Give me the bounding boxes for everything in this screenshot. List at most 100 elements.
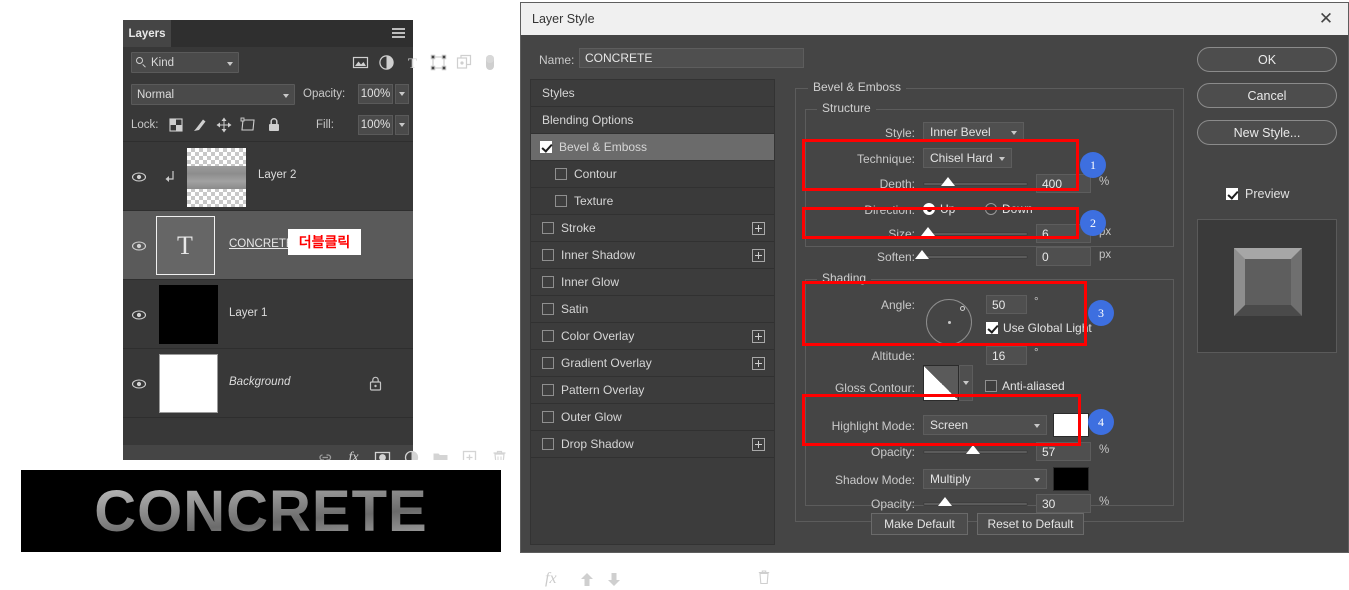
eye-icon[interactable] <box>131 238 147 254</box>
checkbox[interactable] <box>542 222 554 234</box>
type-filter-icon[interactable]: T <box>403 53 422 72</box>
style-item-gradient-overlay[interactable]: Gradient Overlay <box>531 350 774 377</box>
add-effect-icon[interactable] <box>752 356 765 370</box>
checkbox[interactable] <box>542 438 554 450</box>
smartobject-filter-icon[interactable] <box>455 53 474 72</box>
ok-button[interactable]: OK <box>1197 47 1337 72</box>
checkbox[interactable] <box>542 411 554 423</box>
lock-transparent-icon[interactable] <box>167 116 185 134</box>
layer-thumbnail[interactable] <box>159 285 218 344</box>
soften-slider-knob[interactable] <box>915 250 929 259</box>
highlight-opacity-slider-knob[interactable] <box>966 445 980 454</box>
name-input[interactable]: CONCRETE <box>579 48 804 68</box>
trash-icon[interactable] <box>757 569 771 585</box>
layer-name[interactable]: Background <box>229 376 290 388</box>
dialog-title: Layer Style <box>532 12 595 26</box>
opacity-dropdown-button[interactable] <box>395 84 409 104</box>
checkbox[interactable] <box>542 303 554 315</box>
styles-list: Styles Blending Options Bevel & Emboss C… <box>530 79 775 587</box>
soften-slider-track[interactable] <box>923 255 1028 259</box>
reset-to-default-button[interactable]: Reset to Default <box>977 513 1084 535</box>
style-item-pattern-overlay[interactable]: Pattern Overlay <box>531 377 774 404</box>
layer-name[interactable]: Layer 2 <box>258 169 296 181</box>
shape-filter-icon[interactable] <box>429 53 448 72</box>
style-item-texture[interactable]: Texture <box>531 188 774 215</box>
fx-icon[interactable]: fx <box>545 570 557 588</box>
layer-row-concrete[interactable]: T CONCRETE 더블클릭 <box>123 211 413 280</box>
style-item-satin[interactable]: Satin <box>531 296 774 323</box>
layer-row-layer1[interactable]: Layer 1 <box>123 280 413 349</box>
add-effect-icon[interactable] <box>752 329 765 343</box>
preview-row[interactable]: Preview <box>1226 187 1289 201</box>
annotation-box-1 <box>802 139 1079 191</box>
style-item-bevel-emboss[interactable]: Bevel & Emboss <box>531 134 774 161</box>
style-item-outer-glow[interactable]: Outer Glow <box>531 404 774 431</box>
layer-thumbnail[interactable]: T <box>156 216 215 275</box>
callout-1: 1 <box>1080 152 1106 178</box>
checkbox[interactable] <box>542 249 554 261</box>
lock-position-icon[interactable] <box>215 116 233 134</box>
checkbox[interactable] <box>542 357 554 369</box>
checkbox[interactable] <box>555 195 567 207</box>
shadow-mode-select[interactable]: Multiply <box>923 469 1047 489</box>
shadow-mode-value: Multiply <box>930 472 971 486</box>
adjustment-filter-icon[interactable] <box>377 53 396 72</box>
fill-input[interactable]: 100% <box>358 115 393 135</box>
style-item-inner-shadow[interactable]: Inner Shadow <box>531 242 774 269</box>
style-item-styles[interactable]: Styles <box>531 80 774 107</box>
toggle-filter-icon[interactable] <box>480 53 499 72</box>
blend-mode-select[interactable]: Normal <box>131 84 295 105</box>
layer-name[interactable]: Layer 1 <box>229 307 267 319</box>
new-style-button[interactable]: New Style... <box>1197 120 1337 145</box>
gloss-contour-label: Gloss Contour: <box>834 381 915 395</box>
soften-input[interactable]: 0 <box>1036 247 1091 266</box>
layer-filter-kind-select[interactable]: Kind <box>131 52 239 73</box>
anti-aliased-checkbox[interactable] <box>985 380 997 392</box>
style-item-inner-glow[interactable]: Inner Glow <box>531 269 774 296</box>
image-filter-icon[interactable] <box>351 53 370 72</box>
checkbox[interactable] <box>540 141 552 153</box>
style-item-label: Inner Shadow <box>561 248 636 262</box>
checkbox[interactable] <box>555 168 567 180</box>
chevron-down-icon <box>399 92 405 96</box>
style-item-contour[interactable]: Contour <box>531 161 774 188</box>
add-effect-icon[interactable] <box>752 248 765 262</box>
make-default-button[interactable]: Make Default <box>871 513 968 535</box>
anti-aliased-label[interactable]: Anti-aliased <box>1002 379 1112 393</box>
annotation-box-3 <box>802 281 1087 346</box>
layer-thumbnail[interactable] <box>159 354 218 413</box>
altitude-input[interactable]: 16 <box>986 346 1027 365</box>
style-item-stroke[interactable]: Stroke <box>531 215 774 242</box>
layer-name[interactable]: CONCRETE <box>229 238 294 250</box>
opacity-input[interactable]: 100% <box>358 84 393 104</box>
tab-layers[interactable]: Layers <box>123 20 171 47</box>
style-item-drop-shadow[interactable]: Drop Shadow <box>531 431 774 458</box>
add-effect-icon[interactable] <box>752 221 765 235</box>
add-effect-icon[interactable] <box>752 437 765 451</box>
hamburger-icon[interactable] <box>392 28 405 38</box>
cancel-button[interactable]: Cancel <box>1197 83 1337 108</box>
shadow-color-swatch[interactable] <box>1053 467 1089 491</box>
style-item-label: Bevel & Emboss <box>559 140 648 154</box>
fill-dropdown-button[interactable] <box>395 115 409 135</box>
checkbox[interactable] <box>542 330 554 342</box>
style-item-color-overlay[interactable]: Color Overlay <box>531 323 774 350</box>
eye-icon[interactable] <box>131 376 147 392</box>
checkbox[interactable] <box>542 276 554 288</box>
shadow-opacity-input[interactable]: 30 <box>1036 494 1091 513</box>
lock-image-icon[interactable] <box>191 116 209 134</box>
layer-row-background[interactable]: Background <box>123 349 413 418</box>
layer-row-layer2[interactable]: Layer 2 <box>123 142 413 211</box>
checkbox[interactable] <box>542 384 554 396</box>
close-icon[interactable]: ✕ <box>1304 3 1348 35</box>
preview-checkbox[interactable] <box>1226 188 1238 200</box>
dblclick-annotation: 더블클릭 <box>288 229 361 255</box>
eye-icon[interactable] <box>131 169 147 185</box>
layer-thumbnail[interactable] <box>187 148 246 207</box>
style-item-blending-options[interactable]: Blending Options <box>531 107 774 134</box>
svg-text:T: T <box>177 231 193 260</box>
eye-icon[interactable] <box>131 307 147 323</box>
shadow-opacity-slider-knob[interactable] <box>938 497 952 506</box>
lock-artboard-icon[interactable] <box>239 116 257 134</box>
lock-all-icon[interactable] <box>265 116 283 134</box>
